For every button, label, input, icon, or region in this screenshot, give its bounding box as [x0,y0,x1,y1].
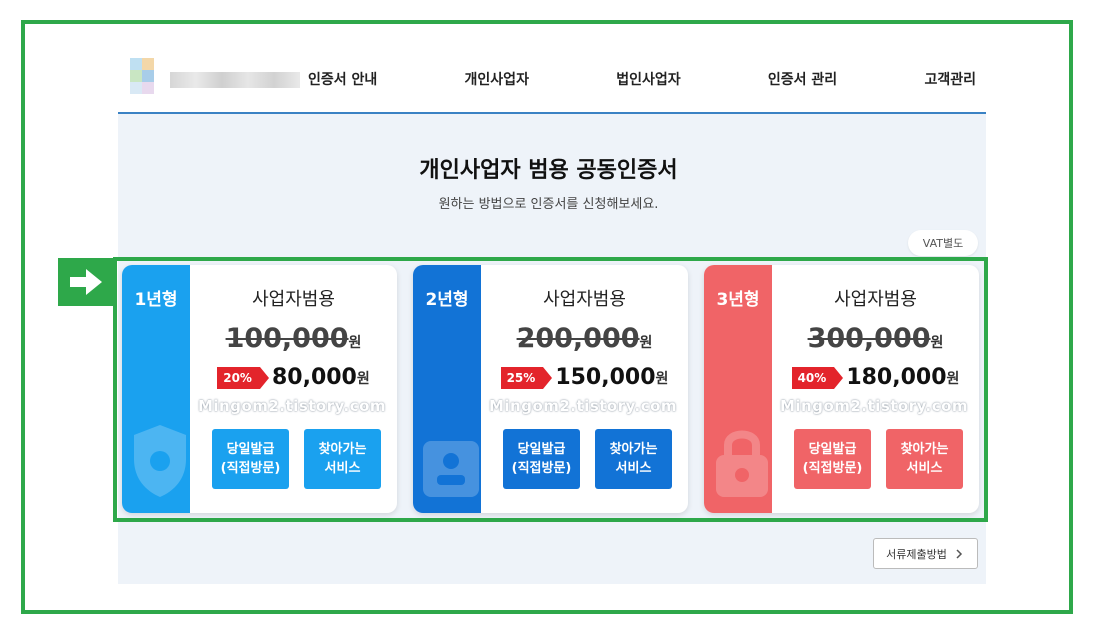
vat-badge: VAT별도 [908,230,978,256]
watermark-text: Mingom2.tistory.com [488,397,678,415]
nav-corporate-business[interactable]: 법인사업자 [616,69,680,89]
page-subtitle: 원하는 방법으로 인증서를 신청해보세요. [438,197,659,212]
plan-strip: 2년형 [413,265,481,513]
plan-term-label: 1년형 [134,290,178,310]
discount-badge: 40% [791,366,843,389]
plan-term-label: 3년형 [716,290,760,310]
sale-price-row: 25% 150,000 원 [481,365,688,390]
chevron-right-icon [956,548,962,559]
document-submission-label: 서류제출방법 [886,547,947,561]
discount-badge: 20% [217,366,269,389]
sale-price: 80,000 [271,365,357,390]
same-day-issue-button[interactable]: 당일발급 (직접방문) [794,429,871,489]
arrow-right-icon [70,269,102,295]
id-card-icon [423,441,479,497]
watermark-text: Mingom2.tistory.com [197,397,387,415]
product-name: 사업자범용 [543,289,626,310]
plan-card-1year: 1년형 사업자범용 100,000원 20% 80,000 원 Mingom2.t… [122,265,397,513]
original-price: 100,000원 [225,323,362,354]
lock-icon [716,430,768,497]
sale-price-row: 20% 80,000 원 [190,365,397,390]
original-price: 300,000원 [807,323,944,354]
page-title: 개인사업자 범용 공동인증서 [419,158,678,183]
visit-service-button[interactable]: 찾아가는 서비스 [595,429,672,489]
watermark-text: Mingom2.tistory.com [779,397,969,415]
sale-price: 150,000 [555,365,656,390]
plan-term-label: 2년형 [425,290,469,310]
document-submission-button[interactable]: 서류제출방법 [873,538,978,569]
product-name: 사업자범용 [834,289,917,310]
plan-strip: 1년형 [122,265,190,513]
sale-price: 180,000 [846,365,947,390]
sale-price-row: 40% 180,000 원 [772,365,979,390]
discount-badge: 25% [500,366,552,389]
visit-service-button[interactable]: 찾아가는 서비스 [304,429,381,489]
plan-strip: 3년형 [704,265,772,513]
plan-card-3year: 3년형 사업자범용 300,000원 40% 180,000 원 Mingom2.… [704,265,979,513]
site-logo[interactable] [130,58,300,98]
same-day-issue-button[interactable]: 당일발급 (직접방문) [503,429,580,489]
nav-individual-business[interactable]: 개인사업자 [465,69,529,89]
main-nav: 인증서 안내 개인사업자 법인사업자 인증서 관리 고객관리 [308,48,976,110]
pointer-arrow-box [58,258,114,306]
visit-service-button[interactable]: 찾아가는 서비스 [886,429,963,489]
shield-icon [134,425,186,497]
site-header: 인증서 안내 개인사업자 법인사업자 인증서 관리 고객관리 [118,48,986,114]
same-day-issue-button[interactable]: 당일발급 (직접방문) [212,429,289,489]
nav-customer-management[interactable]: 고객관리 [924,69,976,89]
product-name: 사업자범용 [252,289,335,310]
plan-card-2year: 2년형 사업자범용 200,000원 25% 150,000 원 Mingom2.… [413,265,688,513]
original-price: 200,000원 [516,323,653,354]
nav-cert-guide[interactable]: 인증서 안내 [308,69,377,89]
nav-cert-management[interactable]: 인증서 관리 [768,69,837,89]
